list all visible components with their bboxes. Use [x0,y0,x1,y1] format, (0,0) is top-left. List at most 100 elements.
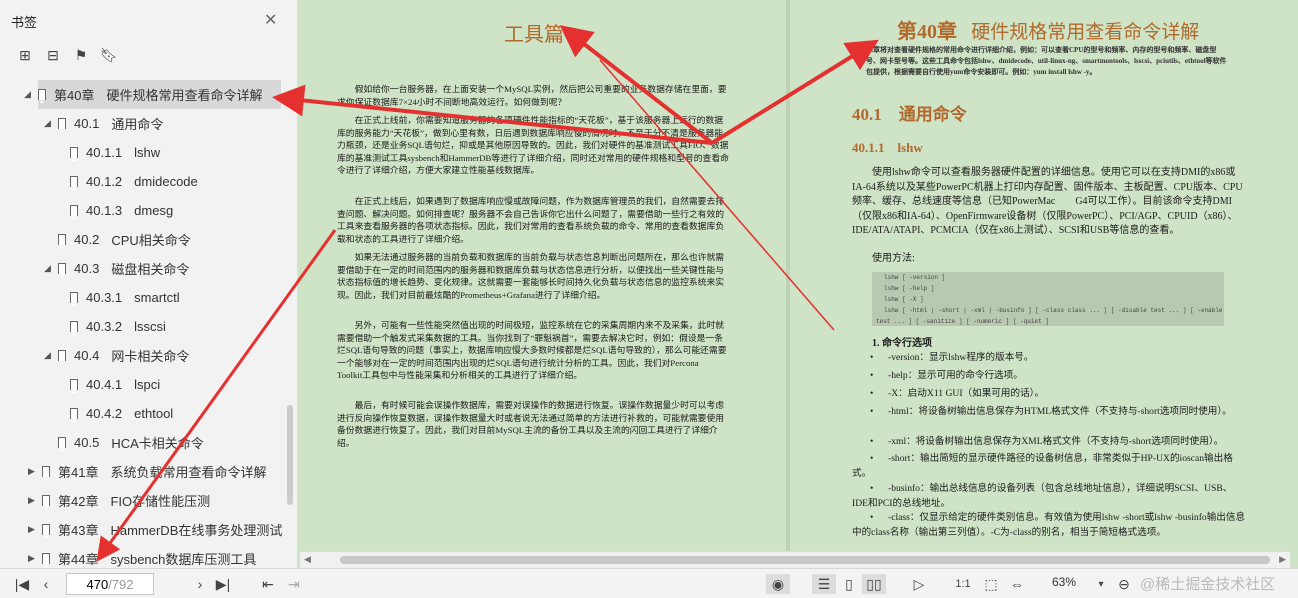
bullet-icon: • [870,388,874,399]
code-line: lshw [ -X ] [884,296,924,303]
bookmark-item[interactable]: 40.3.2 lsscsi [0,312,285,341]
play-icon[interactable]: ▷ [908,574,930,594]
code-line: lshw [ -version ] [884,274,946,281]
option-text: -html：将设备树输出信息保存为HTML格式文件（不支持与-short选项同时… [888,406,1232,417]
bookmark-item[interactable]: 40.1.2 dmidecode [0,167,285,196]
option-text: -version：显示lshw程序的版本号。 [888,352,1034,363]
collapsed-triangle-icon[interactable]: ▶ [28,553,38,564]
sidebar-toolbar: ⊞ ⊟ ⚑ 🔖︎ [16,46,118,64]
bookmark-number: 第40章 [54,88,95,103]
bullet-icon: • [870,453,874,464]
zoom-level[interactable]: 63% [1052,575,1076,589]
fit-page-icon[interactable]: ⬚ [980,574,1002,594]
double-page-icon[interactable]: ▯▯ [862,574,886,594]
next-page-icon[interactable]: › [190,574,210,594]
eye-care-icon[interactable]: ◉ [766,574,790,594]
bookmark-icon [58,118,66,132]
options-heading: 1. 命令行选项 [872,338,932,349]
bookmark-label: lshw [134,145,161,160]
bookmark-item[interactable]: ▶ 第43章 HammerDB在线事务处理测试 [0,515,285,544]
last-page-icon[interactable]: ▶| [213,574,233,594]
option-item: • -version：显示lshw程序的版本号。 [852,351,1248,366]
forward-icon[interactable]: ⇥ [284,574,304,594]
watermark: @稀土掘金技术社区 [1140,576,1276,593]
bottom-toolbar: |◀ ‹ 470/792 › ▶| ⇤ ⇥ ◉ ☰ ▯ ▯▯ ▷ 1:1 ⬚ ⇔… [0,568,1298,598]
collapsed-triangle-icon[interactable]: ▶ [28,524,38,535]
bookmark-item[interactable]: ▶ 第41章 系统负载常用查看命令详解 [0,457,285,486]
bookmark-label: 系统负载常用查看命令详解 [110,465,267,480]
bullet-icon: • [870,436,874,447]
prev-page-icon[interactable]: ‹ [36,574,56,594]
single-page-icon[interactable]: ▯ [838,574,860,594]
expanded-triangle-icon[interactable]: ◢ [44,350,54,361]
collapse-all-icon[interactable]: ⊟ [44,46,62,64]
horizontal-scrollbar[interactable]: ◀ ▶ [300,551,1290,568]
expanded-triangle-icon[interactable]: ◢ [44,263,54,274]
option-text: -help：显示可用的命令行选项。 [888,370,1023,381]
bookmark-item[interactable]: ◢ 第40章 硬件规格常用查看命令详解 [24,80,281,109]
bookmark-item[interactable]: 40.3.1 smartctl [0,283,285,312]
bookmark-icon [42,495,50,509]
code-line: lshw [ -html | -short | -xml | -businfo … [884,307,1223,314]
bookmark-item[interactable]: 40.4.2 ethtool [0,399,285,428]
bookmark-item[interactable]: 40.1.3 dmesg [0,196,285,225]
bookmark-icon [70,147,78,161]
bookmark-label: HCA卡相关命令 [111,436,204,451]
back-icon[interactable]: ⇤ [258,574,278,594]
bookmark-number: 40.1.3 [86,203,123,218]
bookmark-icon [58,350,66,364]
option-item: • -short：输出简短的显示硬件路径的设备树信息，非常类似于HP-UX的ios… [852,452,1248,481]
scroll-thumb[interactable] [340,556,1270,564]
body-paragraph: 在正式上线前，你需要知道服务器的各项硬件性能指标的“天花板”，基于该服务器上运行… [337,115,729,176]
bookmark-icon [38,89,46,103]
option-item: • -class：仅显示给定的硬件类别信息。有效值为使用lshw -short或l… [852,511,1248,540]
fit-width-icon[interactable]: ⇔ [1006,574,1028,594]
bookmark-number: 40.4.1 [86,377,123,392]
bookmark-number: 40.3.1 [86,290,123,305]
bookmark-item[interactable]: 40.4.1 lspci [0,370,285,399]
zoom-dropdown-icon[interactable]: ▾ [1092,574,1110,594]
body-paragraph: 最后，有时候可能会误操作数据库，需要对误操作的数据进行恢复。误操作数据量少时可以… [337,400,725,448]
section-heading: 40.1 通用命令 [852,105,967,124]
zoom-out-icon[interactable]: ⊖ [1114,574,1134,594]
bookmark-icon[interactable]: 🔖︎ [100,46,118,64]
bullet-icon: • [870,352,874,363]
bookmark-item[interactable]: ◢ 40.4 网卡相关命令 [0,341,285,370]
page-number-input[interactable]: 470/792 [66,573,154,595]
add-bookmark-icon[interactable]: ⚑ [72,46,90,64]
option-text: -businfo：输出总线信息的设备列表（包含总线地址信息），详细说明SCSI、… [852,483,1233,509]
chapter-name: 硬件规格常用查看命令详解 [971,22,1200,43]
first-page-icon[interactable]: |◀ [12,574,32,594]
bookmark-sidebar: 书签 ✕ ⊞ ⊟ ⚑ 🔖︎ ◢ 第40章 硬件规格常用查看命令详解 ◢ 40.1 通用命令… [0,0,298,568]
bookmark-item[interactable]: ▶ 第42章 FIO存储性能压测 [0,486,285,515]
bookmark-item[interactable]: 40.2 CPU相关命令 [0,225,285,254]
option-item: • -xml：将设备树输出信息保存为XML格式文件（不支持与-short选项同时使… [852,435,1248,450]
bookmark-icon [42,524,50,538]
scroll-right-icon[interactable]: ▶ [1279,554,1286,565]
bookmark-number: 40.4.2 [86,406,123,421]
code-line: lshw [ -help ] [884,285,935,292]
sidebar-scrollbar[interactable] [287,405,293,505]
bookmark-item[interactable]: ◢ 40.3 磁盘相关命令 [0,254,285,283]
bookmark-number: 40.1.2 [86,174,123,189]
close-icon[interactable]: ✕ [264,10,277,30]
expanded-triangle-icon[interactable]: ◢ [24,89,34,100]
option-item: • -businfo：输出总线信息的设备列表（包含总线地址信息），详细说明SCSI… [852,482,1248,511]
bookmark-item[interactable]: ◢ 40.1 通用命令 [0,109,285,138]
continuous-view-icon[interactable]: ☰ [812,574,836,594]
actual-size-icon[interactable]: 1:1 [952,574,974,594]
expand-all-icon[interactable]: ⊞ [16,46,34,64]
scroll-left-icon[interactable]: ◀ [304,554,311,565]
bookmark-number: 40.4 [74,348,100,363]
option-text: -class：仅显示给定的硬件类别信息。有效值为使用lshw -short或ls… [852,512,1246,538]
collapsed-triangle-icon[interactable]: ▶ [28,495,38,506]
collapsed-triangle-icon[interactable]: ▶ [28,466,38,477]
bookmark-item[interactable]: 40.1.1 lshw [0,138,285,167]
code-block: lshw [ -version ] lshw [ -help ] lshw [ -X… [872,272,1224,326]
chapter-abstract: 本章将对查看硬件规格的常用命令进行详细介绍，例如：可以查看CPU的型号和频率、内… [866,46,1227,76]
total-pages: /792 [108,576,134,592]
expanded-triangle-icon[interactable]: ◢ [44,118,54,129]
bookmark-number: 40.5 [74,435,100,450]
bookmark-item[interactable]: 40.5 HCA卡相关命令 [0,428,285,457]
bookmark-label: dmidecode [134,174,198,189]
